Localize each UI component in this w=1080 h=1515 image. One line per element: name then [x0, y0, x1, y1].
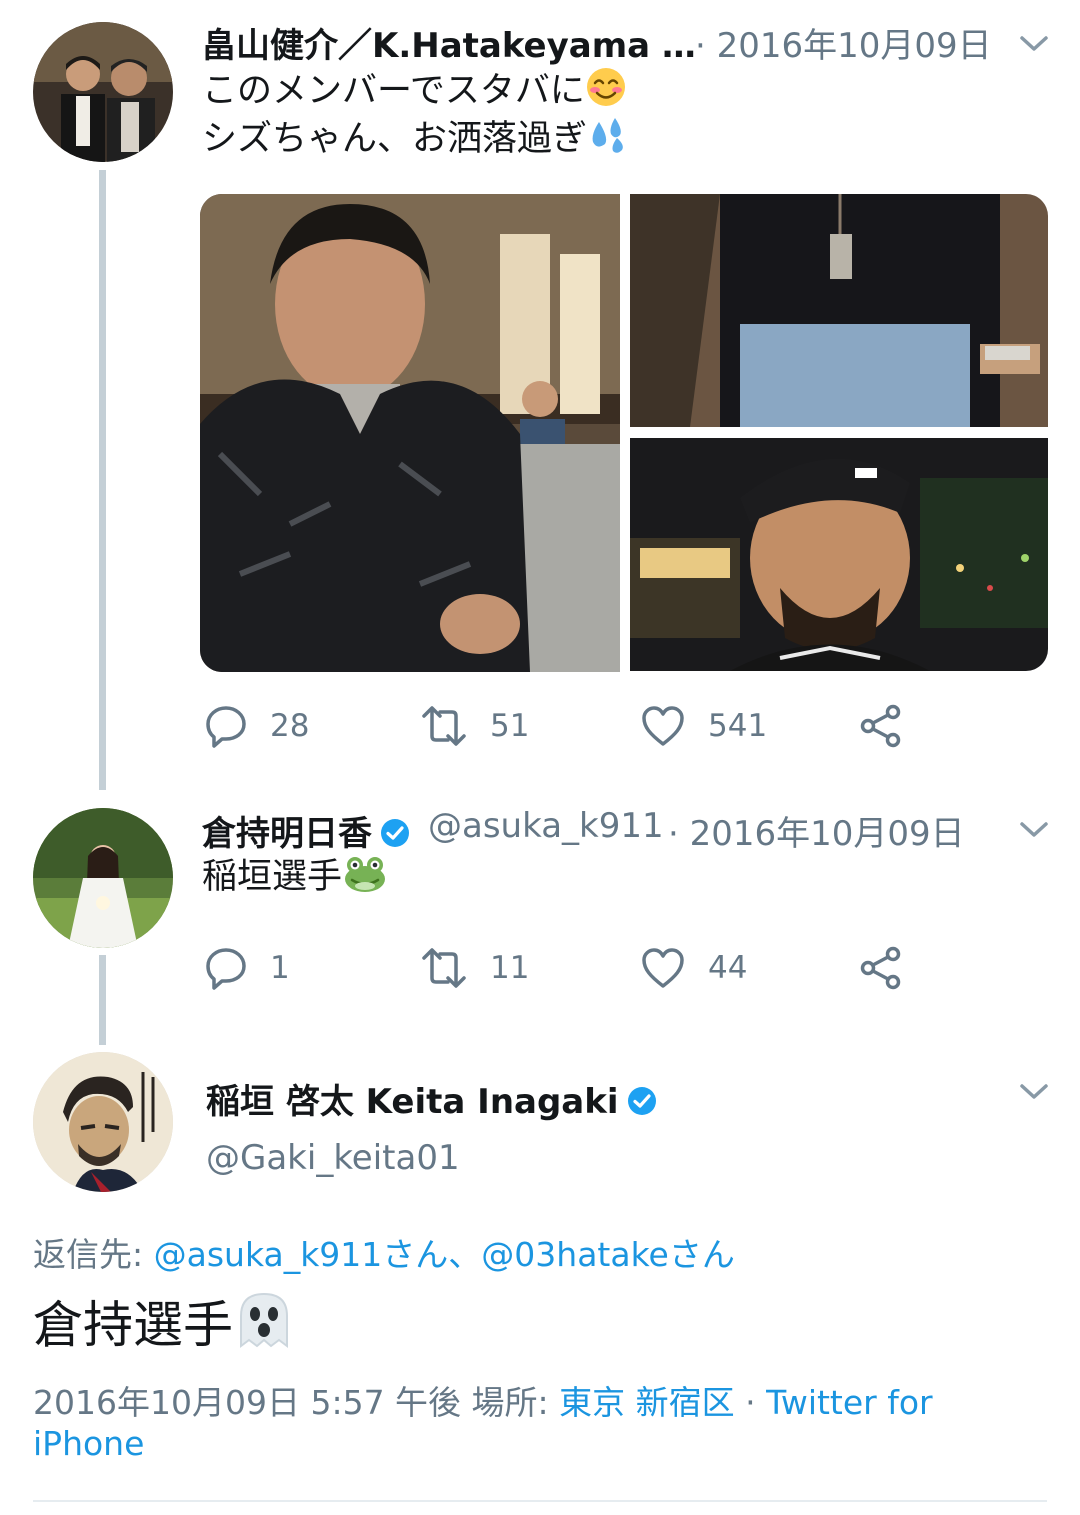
share-icon — [860, 946, 901, 990]
location-link[interactable]: 東京 新宿区 — [559, 1383, 735, 1422]
retweet-count: 51 — [490, 708, 530, 744]
share-button[interactable] — [858, 704, 904, 748]
display-name[interactable]: 稲垣 啓太 Keita Inagaki — [206, 1074, 657, 1123]
source-separator: · — [734, 1383, 767, 1422]
tweet-text-line: 稲垣選手 — [202, 852, 388, 907]
reply-icon — [206, 706, 246, 748]
tweet-text: 倉持選手 — [33, 1296, 233, 1354]
tweet-text-line-2: シズちゃん、お洒落過ぎ — [202, 114, 629, 169]
timestamp: 2016年10月09日 5:57 午後 場所: — [33, 1383, 560, 1422]
tweet-photo-3[interactable] — [630, 438, 1048, 671]
reply-context: 返信先: @asuka_k911さん、@03hatakeさん — [33, 1228, 735, 1276]
tweet-text: シズちゃん、お洒落過ぎ — [202, 119, 588, 159]
like-button[interactable]: 44 — [640, 946, 747, 990]
heart-icon — [642, 706, 684, 746]
reply-separator: 、 — [448, 1235, 482, 1274]
reply-count: 28 — [270, 708, 310, 744]
frog-emoji-icon — [342, 852, 388, 907]
display-name[interactable]: 畠山健介／K.Hatakeyama … — [202, 18, 696, 67]
avatar[interactable] — [33, 808, 173, 948]
reply-icon — [206, 948, 246, 990]
like-button[interactable]: 541 — [640, 704, 767, 748]
like-count: 541 — [708, 708, 768, 744]
tweet-photo-1[interactable] — [200, 194, 620, 672]
avatar[interactable] — [33, 22, 173, 162]
display-name-text: 稲垣 啓太 Keita Inagaki — [206, 1082, 619, 1122]
divider — [33, 1500, 1047, 1502]
timestamp-line-1: 2016年10月09日 5:57 午後 場所: 東京 新宿区 · Twitter… — [33, 1376, 933, 1424]
retweet-icon — [422, 948, 466, 988]
avatar[interactable] — [33, 1052, 173, 1192]
source-link-continued[interactable]: iPhone — [33, 1424, 144, 1463]
thread-line-2 — [99, 955, 106, 1045]
handle[interactable]: @asuka_k911 — [428, 806, 664, 846]
share-button[interactable] — [858, 946, 904, 990]
reply-button[interactable]: 1 — [204, 946, 290, 990]
retweet-icon — [422, 706, 466, 746]
tweet-text: このメンバーでスタバに — [202, 71, 585, 111]
reply-to-link-1[interactable]: @asuka_k911さん — [154, 1235, 449, 1274]
tweet-text: 稲垣選手 — [202, 857, 343, 897]
source-link[interactable]: Twitter for — [766, 1383, 932, 1422]
sweat-droplets-emoji-icon — [587, 114, 629, 169]
smiling-face-emoji-icon — [585, 66, 627, 121]
reply-button[interactable]: 28 — [204, 704, 309, 748]
tweet-photo-2[interactable] — [630, 194, 1048, 427]
chevron-down-icon[interactable] — [1018, 32, 1050, 56]
handle[interactable]: @Gaki_keita01 — [206, 1138, 460, 1178]
ghost-emoji-icon — [233, 1290, 295, 1365]
like-count: 44 — [708, 950, 748, 986]
share-icon — [860, 704, 901, 748]
chevron-down-icon[interactable] — [1018, 818, 1050, 842]
thread-line-1 — [99, 170, 106, 790]
timestamp-line-2: iPhone — [33, 1424, 144, 1463]
display-name[interactable]: 倉持明日香 — [202, 806, 410, 855]
chevron-down-icon[interactable] — [1018, 1080, 1050, 1104]
tweet-date[interactable]: · 2016年10月09日 — [668, 806, 965, 855]
reply-prefix: 返信先: — [33, 1235, 154, 1274]
verified-badge-icon — [381, 819, 409, 847]
retweet-button[interactable]: 11 — [420, 946, 529, 990]
tweet-text-line-1: このメンバーでスタバに — [202, 66, 627, 121]
reply-count: 1 — [270, 950, 290, 986]
retweet-count: 11 — [490, 950, 530, 986]
reply-to-link-2[interactable]: @03hatakeさん — [481, 1235, 735, 1274]
main-tweet-text: 倉持選手 — [33, 1290, 295, 1365]
display-name-text: 倉持明日香 — [202, 814, 372, 854]
heart-icon — [642, 948, 684, 988]
verified-badge-icon — [627, 1087, 656, 1115]
tweet-date[interactable]: · 2016年10月09日 — [695, 18, 992, 67]
retweet-button[interactable]: 51 — [420, 704, 529, 748]
